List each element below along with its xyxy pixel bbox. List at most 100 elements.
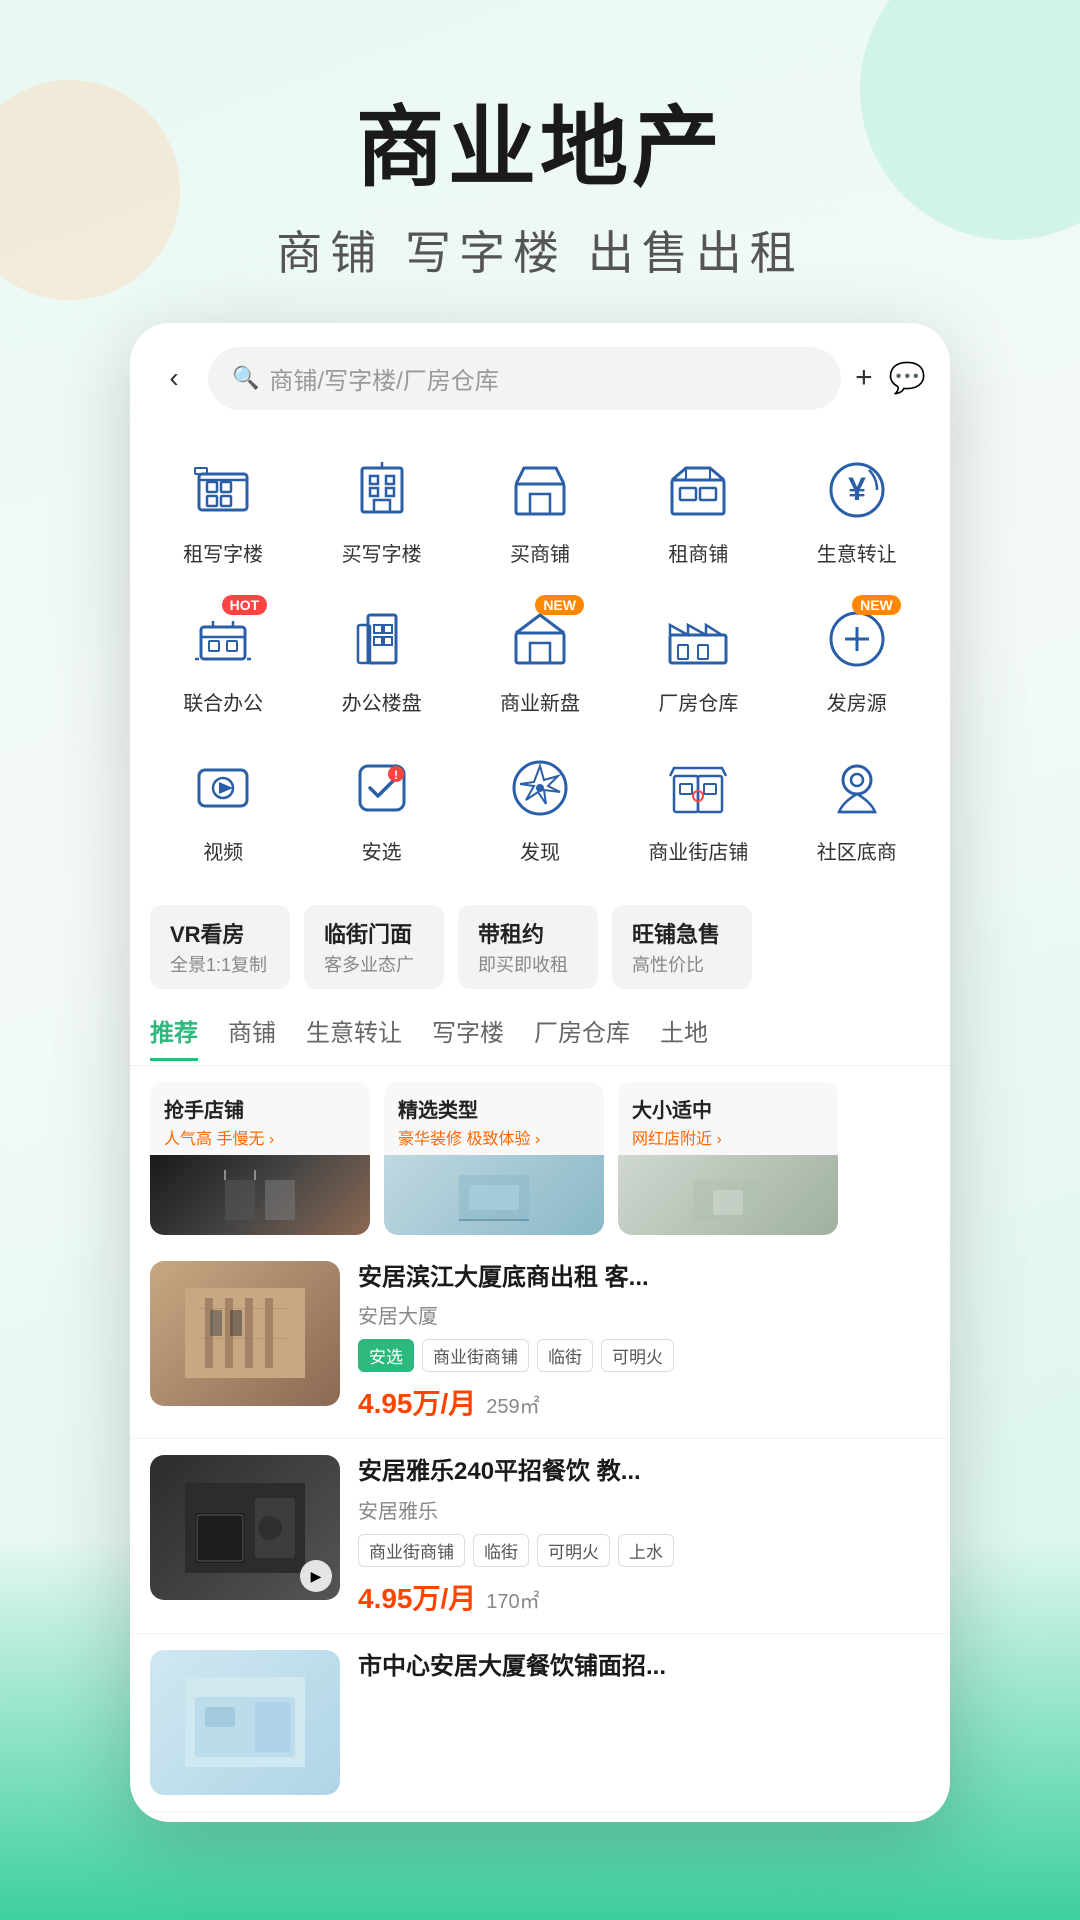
listing-img-3 xyxy=(150,1650,340,1795)
featured-card-hot-header: 抢手店铺 人气高 手慢无 › xyxy=(150,1082,370,1155)
listing-tag-commercial-1: 商业街商铺 xyxy=(422,1339,529,1372)
icon-post-listing-box: NEW xyxy=(817,599,897,679)
listing-card-2[interactable]: ▶ 安居雅乐240平招餐饮 教... 安居雅乐 商业街商铺 临街 可明火 上水 … xyxy=(130,1439,950,1634)
listing-img-inner-3 xyxy=(150,1650,340,1795)
listing-area-1: 259㎡ xyxy=(486,1396,539,1418)
icon-rent-office[interactable]: 租写字楼 xyxy=(146,436,300,581)
featured-card-hot[interactable]: 抢手店铺 人气高 手慢无 › xyxy=(150,1082,370,1235)
listing-tag-anxuan-1: 安选 xyxy=(358,1339,414,1372)
tag-urgent[interactable]: 旺铺急售 高性价比 xyxy=(612,905,752,989)
tab-office[interactable]: 写字楼 xyxy=(432,1013,504,1061)
icon-biz-transfer-label: 生意转让 xyxy=(817,538,897,567)
icon-factory[interactable]: 厂房仓库 xyxy=(621,585,775,730)
featured-row: 抢手店铺 人气高 手慢无 › 精选类型 豪华装修 极致体验 › xyxy=(130,1066,950,1245)
tag-filters: VR看房 全景1:1复制 临街门面 客多业态广 带租约 即买即收租 旺铺急售 高… xyxy=(130,895,950,1003)
featured-card-luxury-sub: 豪华装修 极致体验 › xyxy=(398,1125,590,1149)
icon-new-commercial[interactable]: NEW 商业新盘 xyxy=(463,585,617,730)
listing-info-1: 安居滨江大厦底商出租 客... 安居大厦 安选 商业街商铺 临街 可明火 4.9… xyxy=(358,1261,930,1423)
listing-tags-2: 商业街商铺 临街 可明火 上水 xyxy=(358,1534,930,1567)
icon-community-base[interactable]: 社区底商 xyxy=(780,734,934,879)
new-commercial-badge: NEW xyxy=(535,595,584,615)
icon-grid: 租写字楼 买写字楼 xyxy=(130,426,950,895)
listing-info-3: 市中心安居大厦餐饮铺面招... xyxy=(358,1650,930,1795)
featured-img-clothing xyxy=(150,1155,370,1235)
icon-post-listing-label: 发房源 xyxy=(827,687,887,716)
listing-img-1 xyxy=(150,1261,340,1406)
icon-cowork-box: HOT xyxy=(183,599,263,679)
featured-img-interior xyxy=(384,1155,604,1235)
icon-buy-office[interactable]: 买写字楼 xyxy=(304,436,458,581)
listing-title-3: 市中心安居大厦餐饮铺面招... xyxy=(358,1650,930,1684)
listing-img-2: ▶ xyxy=(150,1455,340,1600)
icon-biz-transfer[interactable]: ¥ 生意转让 xyxy=(780,436,934,581)
icon-anxuan[interactable]: ! 安选 xyxy=(304,734,458,879)
icon-buy-shop-box xyxy=(500,450,580,530)
featured-card-medium[interactable]: 大小适中 网红店附近 › xyxy=(618,1082,838,1235)
featured-img-modern xyxy=(618,1155,838,1235)
tag-vr-sub: 全景1:1复制 xyxy=(170,951,270,977)
tag-lease[interactable]: 带租约 即买即收租 xyxy=(458,905,598,989)
listing-tag-street-1: 临街 xyxy=(537,1339,593,1372)
icon-buy-office-label: 买写字楼 xyxy=(342,538,422,567)
listing-address-1: 安居大厦 xyxy=(358,1300,930,1329)
icon-factory-label: 厂房仓库 xyxy=(658,687,738,716)
icon-anxuan-box: ! xyxy=(342,748,422,828)
listing-tag-commercial-2: 商业街商铺 xyxy=(358,1534,465,1567)
top-actions: + 💬 xyxy=(855,361,926,396)
featured-card-luxury[interactable]: 精选类型 豪华装修 极致体验 › xyxy=(384,1082,604,1235)
tag-urgent-title: 旺铺急售 xyxy=(632,917,732,949)
listing-title-1: 安居滨江大厦底商出租 客... xyxy=(358,1261,930,1295)
listing-price-2: 4.95万/月170㎡ xyxy=(358,1577,930,1617)
listing-tag-fire-2: 可明火 xyxy=(537,1534,610,1567)
svg-text:¥: ¥ xyxy=(848,471,866,507)
icon-office-list-box xyxy=(342,599,422,679)
icon-rent-shop-label: 租商铺 xyxy=(668,538,728,567)
add-button[interactable]: + xyxy=(855,361,873,395)
icon-buy-office-box xyxy=(342,450,422,530)
svg-text:!: ! xyxy=(394,768,398,782)
listing-card-3[interactable]: 市中心安居大厦餐饮铺面招... xyxy=(130,1634,950,1812)
icon-biz-transfer-box: ¥ xyxy=(817,450,897,530)
search-bar[interactable]: 🔍 商铺/写字楼/厂房仓库 xyxy=(208,347,841,410)
icon-post-listing[interactable]: NEW 发房源 xyxy=(780,585,934,730)
listing-title-2: 安居雅乐240平招餐饮 教... xyxy=(358,1455,930,1489)
listing-tags-1: 安选 商业街商铺 临街 可明火 xyxy=(358,1339,930,1372)
listing-address-2: 安居雅乐 xyxy=(358,1495,930,1524)
tag-vr-title: VR看房 xyxy=(170,917,270,949)
featured-card-medium-title: 大小适中 xyxy=(632,1094,824,1123)
icon-buy-shop[interactable]: 买商铺 xyxy=(463,436,617,581)
tag-street[interactable]: 临街门面 客多业态广 xyxy=(304,905,444,989)
tag-street-sub: 客多业态广 xyxy=(324,951,424,977)
listing-img-inner-1 xyxy=(150,1261,340,1406)
icon-video[interactable]: 视频 xyxy=(146,734,300,879)
sub-title: 商铺 写字楼 出售出租 xyxy=(0,217,1080,283)
featured-card-hot-title: 抢手店铺 xyxy=(164,1094,356,1123)
back-button[interactable]: ‹ xyxy=(154,362,194,394)
icon-office-list-label: 办公楼盘 xyxy=(342,687,422,716)
tab-land[interactable]: 土地 xyxy=(660,1013,708,1061)
icon-discover[interactable]: 发现 xyxy=(463,734,617,879)
featured-card-luxury-header: 精选类型 豪华装修 极致体验 › xyxy=(384,1082,604,1155)
featured-card-hot-sub: 人气高 手慢无 › xyxy=(164,1125,356,1149)
icon-community-base-box xyxy=(817,748,897,828)
tab-transfer[interactable]: 生意转让 xyxy=(306,1013,402,1061)
tab-shop[interactable]: 商铺 xyxy=(228,1013,276,1061)
icon-discover-label: 发现 xyxy=(520,836,560,865)
icon-video-box xyxy=(183,748,263,828)
featured-card-medium-sub: 网红店附近 › xyxy=(632,1125,824,1149)
icon-office-list[interactable]: 办公楼盘 xyxy=(304,585,458,730)
tag-vr[interactable]: VR看房 全景1:1复制 xyxy=(150,905,290,989)
icon-rent-shop[interactable]: 租商铺 xyxy=(621,436,775,581)
icon-cowork[interactable]: HOT 联合办公 xyxy=(146,585,300,730)
listing-card-1[interactable]: 安居滨江大厦底商出租 客... 安居大厦 安选 商业街商铺 临街 可明火 4.9… xyxy=(130,1245,950,1440)
tab-factory[interactable]: 厂房仓库 xyxy=(534,1013,630,1061)
tab-recommend[interactable]: 推荐 xyxy=(150,1013,198,1061)
icon-video-label: 视频 xyxy=(203,836,243,865)
icon-rent-shop-box xyxy=(658,450,738,530)
message-button[interactable]: 💬 xyxy=(889,361,926,396)
featured-card-medium-header: 大小适中 网红店附近 › xyxy=(618,1082,838,1155)
icon-buy-shop-label: 买商铺 xyxy=(510,538,570,567)
icon-commercial-street[interactable]: 商业街店铺 xyxy=(621,734,775,879)
main-title: 商业地产 xyxy=(0,100,1080,197)
icon-community-base-label: 社区底商 xyxy=(817,836,897,865)
